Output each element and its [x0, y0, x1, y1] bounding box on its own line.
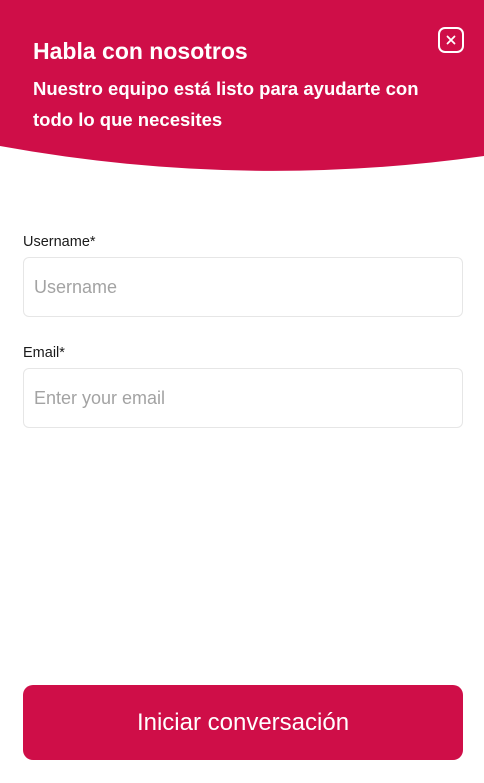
chat-header: Habla con nosotros Nuestro equipo está l… [0, 0, 484, 174]
close-icon [446, 35, 456, 45]
header-title: Habla con nosotros [33, 38, 248, 64]
start-conversation-button[interactable]: Iniciar conversación [23, 685, 463, 760]
close-button[interactable] [438, 27, 464, 53]
chat-widget: Habla con nosotros Nuestro equipo está l… [0, 0, 484, 783]
header-subtitle: Nuestro equipo está listo para ayudarte … [33, 78, 419, 130]
username-input[interactable] [23, 257, 463, 317]
email-input[interactable] [23, 368, 463, 428]
email-label: Email* [23, 345, 65, 361]
username-label: Username* [23, 234, 96, 250]
